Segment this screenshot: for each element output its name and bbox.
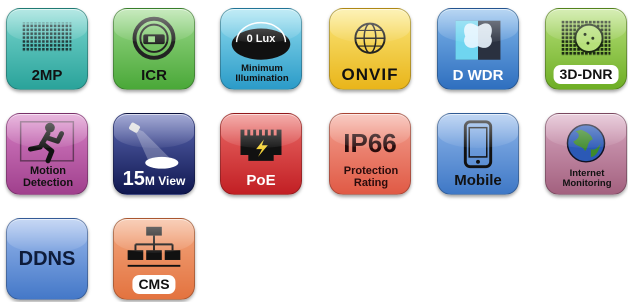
tile-label: Motion Detection [22,165,74,189]
view-distance-number: 15 [122,168,145,190]
ip-rating: IP66 [343,128,397,158]
tile-label: Internet Monitoring [562,168,612,189]
tile-label: Minimum Illumination [235,63,289,84]
tile-2mp[interactable]: 2MP [6,8,88,90]
tile-ddns[interactable]: DDNS [6,218,88,300]
tile-3d-dnr[interactable]: 3D-DNR [545,8,627,90]
tile-label: ICR [141,67,167,84]
tile-dwdr[interactable]: D WDR [437,8,519,90]
tile-label: PoE [246,172,276,189]
illumination-value: 0 Lux [246,33,276,45]
tile-label: 2MP [31,67,63,84]
tile-onvif[interactable]: ONVIF [329,8,411,90]
tile-label: Protection Rating [343,165,399,189]
tile-motion-detection[interactable]: Motion Detection [6,113,88,195]
tile-label: DDNS [18,248,76,270]
tile-label: Mobile [454,172,502,189]
view-distance-suffix: M View [144,174,186,188]
tile-15m-view[interactable]: 15M View [113,113,195,195]
tile-ip66[interactable]: IP66 Protection Rating [329,113,411,195]
tile-label: ONVIF [341,65,399,84]
tile-label: D WDR [452,67,504,84]
tile-label: 3D-DNR [553,65,619,84]
tile-icr[interactable]: ICR [113,8,195,90]
tile-mobile[interactable]: Mobile [437,113,519,195]
tile-label: CMS [132,275,176,294]
tile-poe[interactable]: PoE [220,113,302,195]
tile-min-illumination[interactable]: 0 Lux Minimum Illumination [220,8,302,90]
tile-label: 15M View [114,169,194,189]
tile-internet-monitoring[interactable]: Internet Monitoring [545,113,627,195]
tile-cms[interactable]: CMS [113,218,195,300]
